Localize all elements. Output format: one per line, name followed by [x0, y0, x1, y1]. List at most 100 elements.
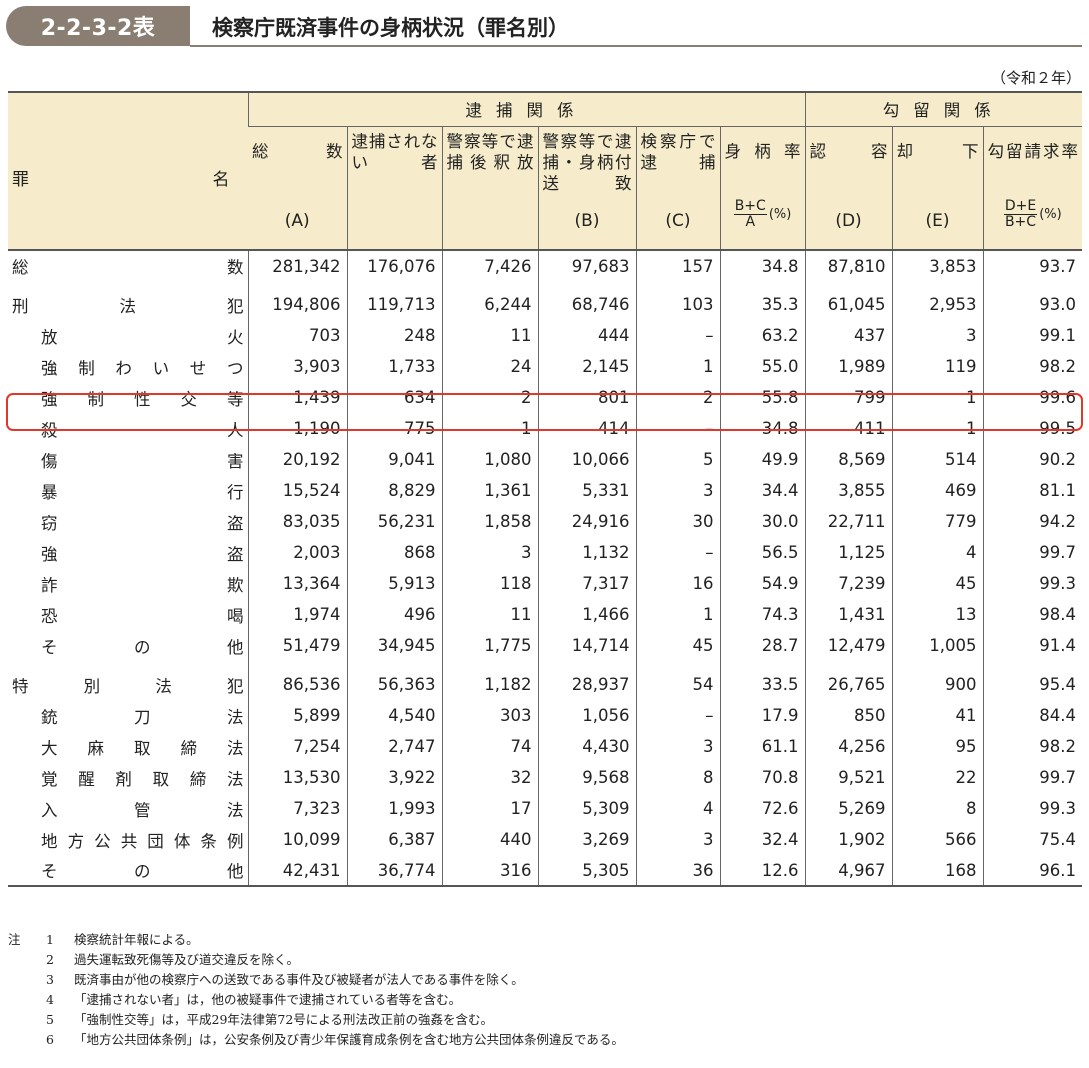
value-cell: 32: [441, 762, 538, 793]
value-cell: 17: [441, 793, 538, 824]
note-lead: 注: [8, 932, 21, 947]
value-cell: 1,080: [441, 444, 538, 475]
table-number-tag: 2-2-3-2表: [6, 6, 190, 46]
table-row: 覚醒剤取締法 13,530 3,922 32 9,568 8 70.8 9,521 22 99.7: [8, 762, 1083, 793]
note-item: 注 1 検察統計年報による。: [8, 930, 1068, 950]
value-cell: 566: [891, 824, 983, 855]
value-cell: 16: [635, 568, 720, 599]
table-row: 強制わいせつ 3,903 1,733 24 2,145 1 55.0 1,989 119 98.2: [8, 351, 1083, 382]
crime-name-cell: 覚醒剤取締法: [41, 769, 244, 789]
value-cell: 56,231: [346, 506, 442, 537]
formula-denominator: B+C: [1004, 213, 1037, 230]
value-cell: 13: [891, 599, 983, 630]
table-row: 大麻取締法 7,254 2,747 74 4,430 3 61.1 4,256 95 98.2: [8, 731, 1083, 762]
value-cell: 118: [441, 568, 538, 599]
value-cell: 1,431: [804, 599, 892, 630]
value-cell: 49.9: [719, 444, 805, 475]
table-row: 刑法犯 194,806 119,713 6,244 68,746 103 35.3 61,04…: [8, 289, 1083, 320]
value-cell: 11: [441, 599, 538, 630]
value-cell: 32.4: [719, 824, 805, 855]
value-cell: 703: [247, 320, 347, 351]
value-cell: 12.6: [719, 855, 805, 887]
page-title: 検察庁既済事件の身柄状況（罪名別）: [212, 16, 569, 40]
value-cell: –: [635, 700, 720, 731]
crime-name-cell: 強制わいせつ: [41, 358, 244, 378]
note-item: 6 「地方公共団体条例」は，公安条例及び青少年保護育成条例を含む地方公共団体条例違…: [8, 1030, 1068, 1050]
value-cell: 99.5: [982, 413, 1083, 444]
value-cell: 1,974: [247, 599, 347, 630]
value-cell: –: [635, 413, 720, 444]
value-cell: 7,239: [804, 568, 892, 599]
arrest-group-header: 逮捕関係: [247, 92, 805, 127]
formula-numerator: D+E: [1003, 197, 1038, 215]
spacer-cell: [8, 661, 248, 669]
note-text: 過失運転致死傷等及び道交違反を除く。: [74, 952, 300, 967]
value-cell: 36: [635, 855, 720, 887]
value-cell: 51,479: [247, 630, 347, 661]
value-cell: 1: [441, 413, 538, 444]
status-table: 罪 名 逮捕関係 勾留関係 総 数 (A) 逮捕されない者 警察等で逮捕後釈放 警察等で…: [8, 91, 1083, 887]
value-cell: 3: [635, 475, 720, 506]
spacer-cell: [982, 281, 1083, 289]
note-number: 1: [46, 932, 54, 947]
value-cell: 1,466: [537, 599, 636, 630]
note-item: 4 「逮捕されない者」は，他の被疑事件で逮捕されている者等を含む。: [8, 990, 1068, 1010]
value-cell: 3,269: [537, 824, 636, 855]
year-note: （令和２年）: [990, 69, 1081, 87]
value-cell: 1,132: [537, 537, 636, 568]
value-cell: 56.5: [719, 537, 805, 568]
formula-numerator: B+C: [733, 197, 767, 215]
value-cell: 1,439: [247, 382, 347, 413]
value-cell: 3: [635, 824, 720, 855]
value-cell: 3,903: [247, 351, 347, 382]
value-cell: 96.1: [982, 855, 1083, 887]
spacer-cell: [441, 661, 538, 669]
column-header: 総 数 (A): [248, 126, 347, 250]
value-cell: 1,361: [441, 475, 538, 506]
column-header-label: 検察庁で逮捕: [640, 131, 716, 172]
value-cell: 514: [891, 444, 983, 475]
value-cell: 1,993: [346, 793, 442, 824]
value-cell: 176,076: [346, 250, 442, 281]
column-formula: B+C A (%): [725, 197, 801, 230]
value-cell: 83,035: [247, 506, 347, 537]
table-row: 傷害 20,192 9,041 1,080 10,066 5 49.9 8,569 514 90.…: [8, 444, 1083, 475]
value-cell: 30: [635, 506, 720, 537]
table-row: 地方公共団体条例 10,099 6,387 440 3,269 3 32.4 1,902 566…: [8, 824, 1083, 855]
value-cell: 95: [891, 731, 983, 762]
value-cell: 801: [537, 382, 636, 413]
spacer-cell: [804, 661, 892, 669]
value-cell: 5,269: [804, 793, 892, 824]
value-cell: 55.0: [719, 351, 805, 382]
value-cell: 14,714: [537, 630, 636, 661]
value-cell: 5,913: [346, 568, 442, 599]
table-row: 詐欺 13,364 5,913 118 7,317 16 54.9 7,239 45 99.3: [8, 568, 1083, 599]
value-cell: 8: [891, 793, 983, 824]
note-item: 2 過失運転致死傷等及び道交違反を除く。: [8, 950, 1068, 970]
value-cell: 99.7: [982, 537, 1083, 568]
value-cell: 81.1: [982, 475, 1083, 506]
note-item: 3 既済事由が他の検察庁への送致である事件及び被疑者が法人である事件を除く。: [8, 970, 1068, 990]
value-cell: 3: [441, 537, 538, 568]
value-cell: 93.7: [982, 250, 1083, 281]
value-cell: 411: [804, 413, 892, 444]
note-text: 検察統計年報による。: [74, 932, 199, 947]
note-lead-spacer: [8, 1030, 34, 1050]
crime-name-cell: 総数: [12, 258, 244, 277]
value-cell: 28,937: [537, 669, 636, 700]
value-cell: 13,530: [247, 762, 347, 793]
spacer-cell: [537, 281, 636, 289]
spacer-cell: [982, 661, 1083, 669]
value-cell: 496: [346, 599, 442, 630]
value-cell: 1,775: [441, 630, 538, 661]
spacer-cell: [719, 661, 805, 669]
note-number: 2: [46, 952, 54, 967]
value-cell: 61.1: [719, 731, 805, 762]
value-cell: 5,331: [537, 475, 636, 506]
crime-name-cell: 放火: [41, 327, 244, 347]
column-header: 警察等で逮捕後釈放: [441, 126, 538, 250]
value-cell: 22: [891, 762, 983, 793]
value-cell: 98.2: [982, 351, 1083, 382]
column-formula: D+E B+C (%): [988, 197, 1079, 230]
value-cell: 168: [891, 855, 983, 887]
